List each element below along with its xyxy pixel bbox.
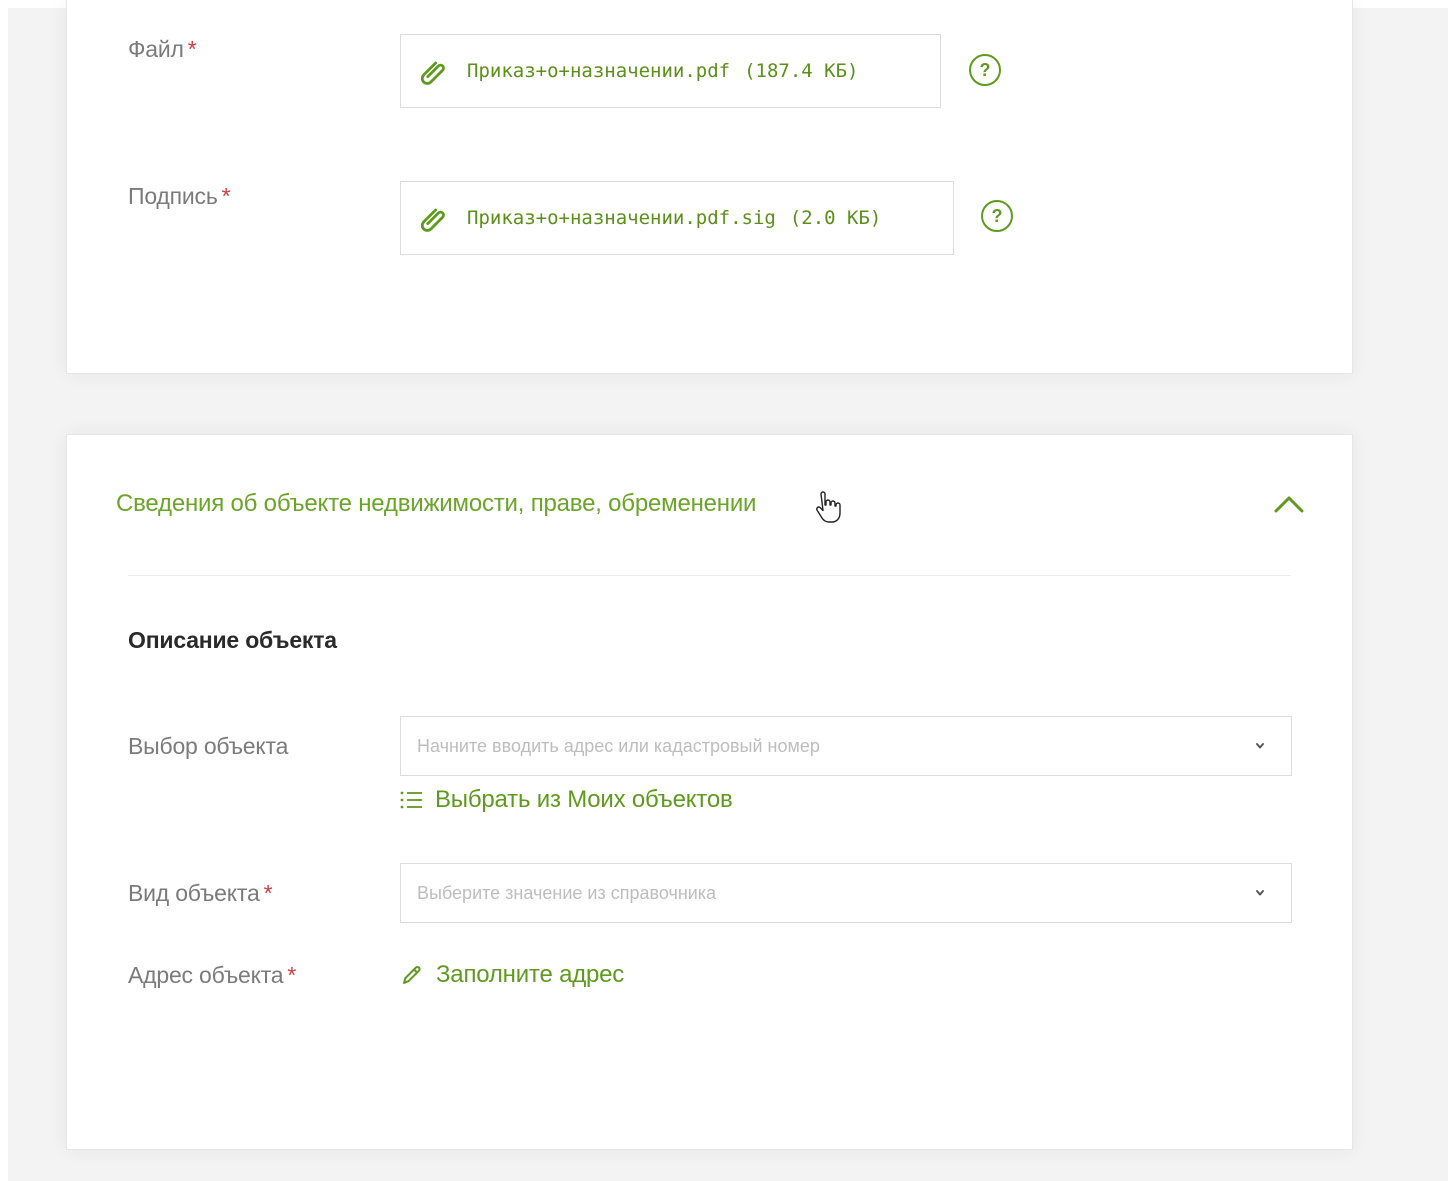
- choose-from-my-objects-link[interactable]: Выбрать из Моих объектов: [399, 786, 733, 814]
- choose-from-my-objects-label: Выбрать из Моих объектов: [435, 786, 733, 813]
- file-name[interactable]: Приказ+о+назначении.pdf: [467, 60, 730, 82]
- required-mark: *: [287, 962, 297, 988]
- object-description-heading: Описание объекта: [128, 627, 337, 653]
- chevron-down-icon[interactable]: [1253, 739, 1267, 753]
- section-divider: [128, 575, 1291, 576]
- signature-file-size: (2.0 КБ): [789, 207, 882, 229]
- chevron-down-icon[interactable]: [1253, 886, 1267, 900]
- required-mark: *: [187, 36, 197, 62]
- paperclip-icon: [420, 61, 445, 85]
- help-icon[interactable]: ?: [981, 200, 1013, 232]
- signature-label: Подпись *: [128, 183, 231, 209]
- object-select-label: Выбор объекта: [128, 733, 289, 759]
- file-label: Файл *: [128, 36, 197, 62]
- signature-file-name[interactable]: Приказ+о+назначении.pdf.sig: [467, 207, 776, 229]
- object-type-placeholder: Выберите значение из справочника: [417, 882, 717, 903]
- object-search-input[interactable]: Начните вводить адрес или кадастровый но…: [400, 716, 1292, 776]
- object-type-select[interactable]: Выберите значение из справочника: [400, 863, 1292, 923]
- hand-cursor-icon: [816, 491, 841, 523]
- signature-attachment[interactable]: Приказ+о+назначении.pdf.sig (2.0 КБ): [400, 181, 954, 255]
- chevron-up-icon[interactable]: [1272, 492, 1306, 516]
- object-type-label: Вид объекта *: [128, 880, 273, 906]
- required-mark: *: [221, 183, 231, 209]
- fill-address-label: Заполните адрес: [436, 961, 625, 988]
- help-icon[interactable]: ?: [969, 54, 1001, 86]
- paperclip-icon: [420, 208, 445, 232]
- fill-address-link[interactable]: Заполните адрес: [400, 961, 624, 989]
- object-search-placeholder: Начните вводить адрес или кадастровый но…: [417, 735, 820, 756]
- required-mark: *: [263, 880, 273, 906]
- section-title[interactable]: Сведения об объекте недвижимости, праве,…: [116, 490, 756, 518]
- file-size: (187.4 КБ): [744, 60, 859, 82]
- file-attachment[interactable]: Приказ+о+назначении.pdf (187.4 КБ): [400, 34, 941, 108]
- object-address-label: Адрес объекта *: [128, 962, 297, 988]
- pencil-icon: [403, 966, 421, 984]
- list-icon: [400, 791, 422, 809]
